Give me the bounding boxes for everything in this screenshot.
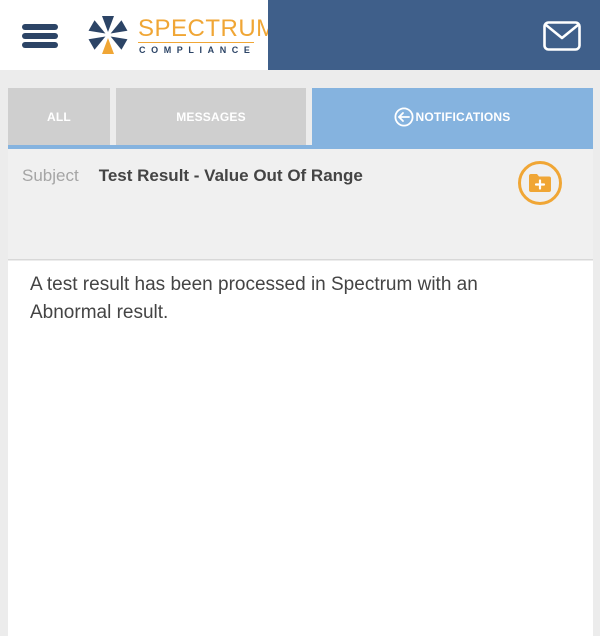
logo-divider (138, 42, 254, 43)
tab-all[interactable]: ALL (8, 88, 110, 145)
notification-subject-panel: Subject Test Result - Value Out Of Range (8, 149, 593, 260)
tab-messages-label: MESSAGES (176, 109, 246, 124)
add-folder-icon (529, 174, 551, 192)
tab-all-label: ALL (47, 109, 71, 124)
subject-line: Subject Test Result - Value Out Of Range (22, 163, 402, 188)
notification-body-panel: A test result has been processed in Spec… (8, 261, 593, 636)
arrow-left-circle-icon[interactable] (394, 106, 414, 127)
notification-body-text: A test result has been processed in Spec… (30, 274, 478, 323)
mail-icon[interactable] (543, 21, 581, 51)
logo-subtitle: COMPLIANCE (139, 45, 256, 55)
add-to-folder-button[interactable] (518, 161, 562, 205)
logo-title: SPECTRUM (138, 15, 277, 42)
header-brand-area: SPECTRUM COMPLIANCE (0, 0, 276, 70)
subject-label: Subject (22, 166, 79, 185)
tab-notifications-label: NOTIFICATIONS (415, 109, 511, 124)
tab-notifications[interactable]: NOTIFICATIONS (312, 88, 593, 145)
tab-bar: ALL MESSAGES NOTIFICATIONS (8, 88, 593, 148)
hamburger-menu-icon[interactable] (22, 24, 58, 48)
logo-mark-icon (88, 16, 128, 54)
spectrum-logo[interactable]: SPECTRUM COMPLIANCE (86, 14, 276, 56)
subject-value: Test Result - Value Out Of Range (98, 166, 363, 185)
tab-messages[interactable]: MESSAGES (116, 88, 306, 145)
header-actions-area (268, 0, 600, 70)
app-header: SPECTRUM COMPLIANCE (0, 0, 600, 70)
